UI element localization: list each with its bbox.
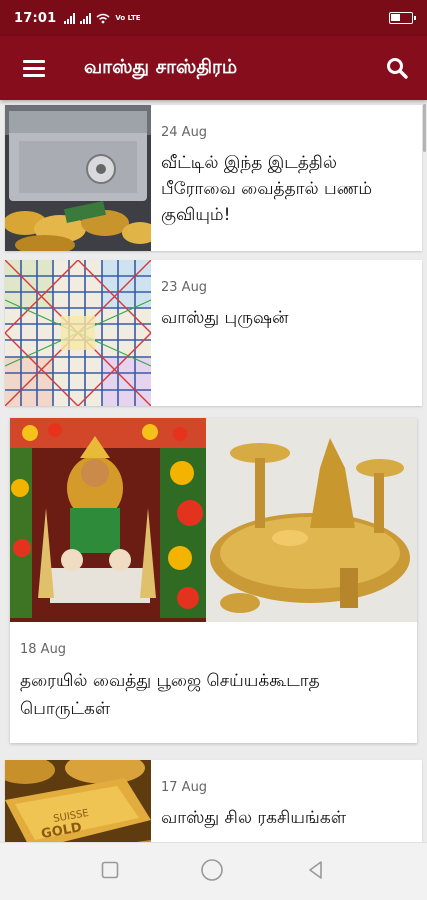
article-hero-image [10, 418, 417, 622]
volte-label: Vo LTE [115, 13, 141, 22]
article-thumbnail-gold-bars: SUISSE GOLD [5, 760, 151, 842]
status-icons: Vo LTE [64, 12, 141, 24]
status-bar: 17:01 Vo LTE [0, 0, 427, 36]
system-nav-bar [0, 842, 427, 900]
menu-button[interactable] [0, 36, 68, 100]
gold-bars-image: SUISSE GOLD [5, 760, 151, 842]
article-card[interactable]: SUISSE GOLD 17 Aug வாஸ்து சில ரகசியங்கள் [5, 760, 422, 842]
back-button[interactable] [306, 860, 326, 884]
article-card[interactable]: 24 Aug வீட்டில் இந்த இடத்தில் பீரோவை வைத… [5, 105, 422, 251]
battery-level [391, 14, 400, 21]
article-title[interactable]: வீட்டில் இந்த இடத்தில் பீரோவை வைத்தால் ப… [161, 150, 412, 228]
vastu-grid-image [5, 260, 151, 406]
wifi-icon [96, 13, 110, 23]
home-button[interactable] [200, 858, 224, 886]
status-time: 17:01 [14, 10, 57, 26]
pooja-image [10, 418, 417, 622]
article-date: 23 Aug [161, 280, 208, 295]
safe-image [5, 105, 151, 251]
battery-icon [389, 12, 416, 24]
hamburger-menu-icon [23, 60, 45, 77]
article-thumbnail-vastu-grid [5, 260, 151, 406]
scrollbar[interactable] [423, 104, 426, 152]
article-date: 18 Aug [20, 642, 67, 657]
search-button[interactable] [367, 36, 427, 100]
article-feed[interactable]: 24 Aug வீட்டில் இந்த இடத்தில் பீரோவை வைத… [0, 100, 427, 842]
app-bar: வாஸ்து சாஸ்திரம் [0, 36, 427, 100]
home-circle-icon [201, 858, 224, 881]
article-title[interactable]: வாஸ்து புருஷன் [161, 305, 288, 331]
back-triangle-icon [309, 860, 322, 879]
article-date: 17 Aug [161, 780, 208, 795]
signal-icon [64, 12, 76, 24]
recents-square-icon [101, 861, 119, 878]
article-title[interactable]: வாஸ்து சில ரகசியங்கள் [161, 805, 346, 831]
search-icon [387, 58, 408, 79]
article-date: 24 Aug [161, 125, 208, 140]
article-title[interactable]: தரையில் வைத்து பூஜை செய்யக்கூடாத பொருட்க… [20, 667, 407, 723]
recents-button[interactable] [101, 861, 119, 883]
app-title: வாஸ்து சாஸ்திரம் [84, 55, 238, 78]
article-card[interactable]: 23 Aug வாஸ்து புருஷன் [5, 260, 422, 406]
article-thumbnail-safe [5, 105, 151, 251]
article-card-featured[interactable]: 18 Aug தரையில் வைத்து பூஜை செய்யக்கூடாத … [10, 418, 417, 743]
signal-icon-2 [80, 12, 92, 24]
